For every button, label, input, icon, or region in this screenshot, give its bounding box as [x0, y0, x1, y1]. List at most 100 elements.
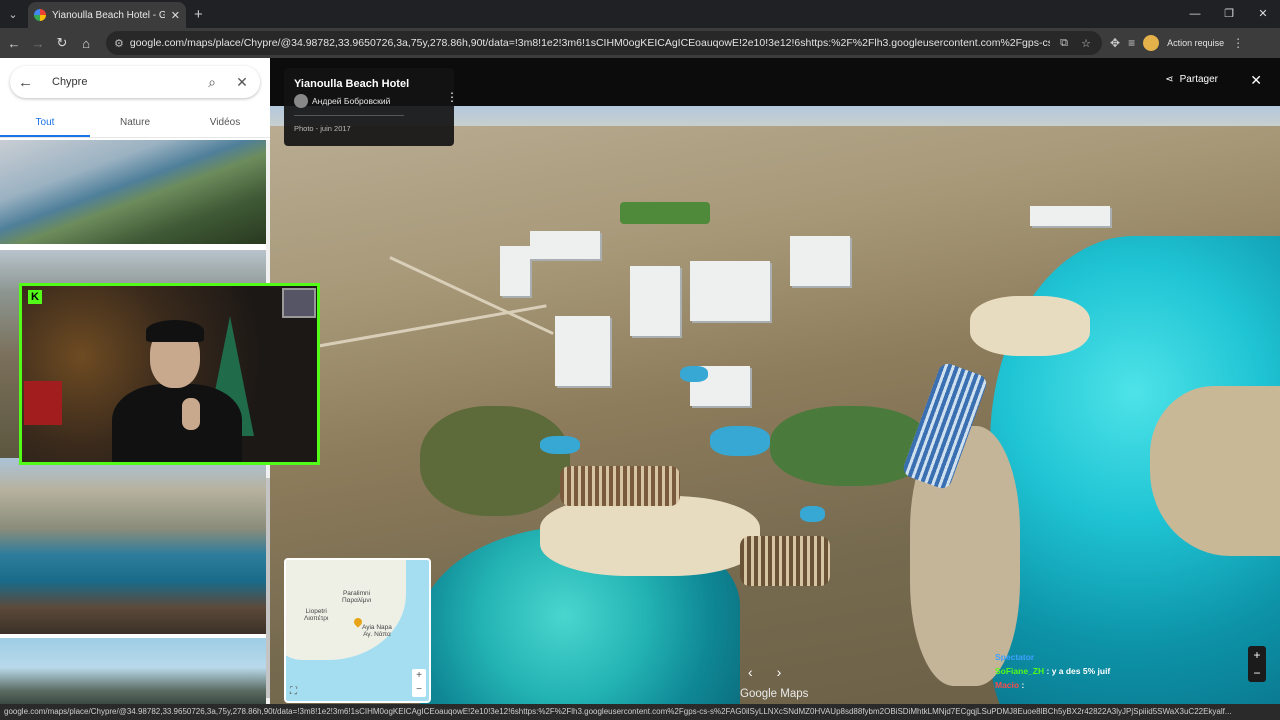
browser-tab[interactable]: Yianoulla Beach Hotel - Google M ✕ — [28, 2, 186, 28]
arrow-left-icon[interactable]: ← — [2, 36, 26, 51]
webcam-person-body — [112, 384, 242, 462]
photo-pool — [800, 506, 825, 522]
photo-umbrellas — [560, 466, 680, 506]
chat-user: Macio — [995, 680, 1020, 690]
back-arrow-icon[interactable]: ← — [18, 74, 38, 91]
google-maps-favicon-icon — [34, 9, 46, 21]
kick-logo-icon: K — [28, 290, 42, 304]
photo-building — [555, 316, 610, 386]
zoom-out-button[interactable]: − — [1248, 664, 1266, 682]
photo-building — [530, 231, 600, 259]
minimap-zoom-controls[interactable]: + − — [412, 669, 426, 697]
photo-date: Photo - juin 2017 — [294, 124, 351, 133]
divider — [294, 115, 404, 116]
address-bar[interactable]: ⚙ google.com/maps/place/Chypre/@34.98782… — [106, 31, 1102, 55]
tab-videos[interactable]: Vidéos — [180, 110, 270, 137]
more-options-icon[interactable]: ⋮ — [446, 90, 458, 104]
photo-thumbnail[interactable] — [0, 638, 266, 704]
minimap-label-liopetri: Liopetri Λιοπέτρι — [304, 608, 329, 622]
tab-title: Yianoulla Beach Hotel - Google M — [52, 9, 165, 21]
search-icon[interactable]: ⌕ — [202, 74, 222, 91]
previous-photo-icon[interactable]: ‹ — [748, 664, 753, 680]
photo-beach — [540, 496, 760, 576]
photo-field — [620, 202, 710, 224]
place-name[interactable]: Yianoulla Beach Hotel — [294, 78, 444, 90]
reload-icon[interactable]: ↻ — [50, 35, 74, 51]
home-icon[interactable]: ⌂ — [74, 36, 98, 51]
tab-nature[interactable]: Nature — [90, 110, 180, 137]
webcam-person-hand — [182, 398, 200, 430]
action-required-label[interactable]: Action requise — [1167, 38, 1224, 48]
more-menu-icon[interactable]: ⋮ — [1232, 36, 1244, 50]
arrow-right-icon[interactable]: → — [26, 36, 50, 51]
chat-message: SoFiane_ZH : y a des 5% juif — [995, 666, 1111, 676]
google-maps-brand: Google Maps — [740, 688, 809, 700]
webcam-gift-decor — [24, 381, 62, 425]
install-app-icon[interactable]: ⧉ — [1056, 37, 1072, 50]
address-url[interactable]: google.com/maps/place/Chypre/@34.98782,3… — [130, 37, 1050, 49]
photo-thumbnail[interactable] — [0, 458, 266, 634]
photo-building — [630, 266, 680, 336]
photo-building — [500, 246, 530, 296]
photo-thumbnail[interactable] — [0, 140, 266, 244]
photo-pool — [540, 436, 580, 454]
photo-greenery — [420, 406, 570, 516]
author-avatar — [294, 94, 308, 108]
new-tab-button[interactable]: + — [194, 6, 203, 23]
photo-beach — [970, 296, 1090, 356]
expand-map-icon[interactable]: ⛶ — [290, 686, 297, 697]
photo-viewer: Yianoulla Beach Hotel Андрей Бобровский … — [270, 58, 1280, 704]
search-box: ← ⌕ ✕ — [10, 66, 260, 98]
tab-search-icon[interactable]: ⌄ — [2, 3, 24, 25]
minimap-zoom-in-button[interactable]: + — [412, 669, 426, 683]
chat-text: y a des 5% juif — [1051, 666, 1111, 676]
link-status-bar: google.com/maps/place/Chypre/@34.98782,3… — [0, 704, 1280, 720]
webcam-person-hat — [146, 320, 204, 342]
next-photo-icon[interactable]: › — [777, 664, 782, 680]
minimap-label-ayia-napa: Ayia Napa Αγ. Νάπα — [362, 624, 392, 638]
viewer-zoom-controls[interactable]: + − — [1248, 646, 1266, 682]
restore-icon[interactable]: ❐ — [1212, 0, 1246, 28]
zoom-in-button[interactable]: + — [1248, 646, 1266, 664]
photo-building — [790, 236, 850, 286]
window-controls: — ❐ ✕ — [1178, 0, 1280, 28]
author-name[interactable]: Андрей Бобровский — [312, 96, 390, 106]
chat-message: Macio : — [995, 680, 1025, 690]
minimize-icon[interactable]: — — [1178, 0, 1212, 28]
media-controls-icon[interactable]: ≡ — [1128, 36, 1135, 50]
share-label: Partager — [1179, 74, 1218, 85]
puzzle-icon[interactable]: ✥ — [1110, 36, 1120, 50]
clear-search-icon[interactable]: ✕ — [232, 74, 252, 91]
chat-message: Spectator — [995, 650, 1235, 664]
browser-toolbar: ← → ↻ ⌂ ⚙ google.com/maps/place/Chypre/@… — [0, 28, 1280, 58]
search-input[interactable] — [52, 76, 182, 88]
photo-building — [1030, 206, 1110, 226]
minimap-land — [286, 560, 406, 660]
stream-chat-overlay: Spectator SoFiane_ZH : y a des 5% juif M… — [995, 650, 1235, 692]
toolbar-right: ✥ ≡ Action requise ⋮ — [1110, 35, 1244, 51]
minimap[interactable]: Paralimni Παραλίμνι Liopetri Λιοπέτρι Ay… — [284, 558, 431, 703]
streamer-webcam-overlay: K — [19, 283, 320, 465]
window-close-icon[interactable]: ✕ — [1246, 0, 1280, 28]
site-info-icon[interactable]: ⚙ — [114, 37, 124, 50]
close-viewer-icon[interactable]: ✕ — [1250, 72, 1262, 89]
photo-navigation: ‹ › — [748, 664, 781, 680]
star-icon[interactable]: ☆ — [1078, 37, 1094, 50]
photo-building — [690, 261, 770, 321]
tab-close-icon[interactable]: ✕ — [171, 9, 180, 22]
minimap-zoom-out-button[interactable]: − — [412, 683, 426, 697]
photo-category-tabs: Tout Nature Vidéos — [0, 110, 270, 138]
share-icon: ⋖ — [1165, 74, 1174, 85]
photo-author[interactable]: Андрей Бобровский — [294, 94, 444, 108]
tab-all[interactable]: Tout — [0, 110, 90, 137]
share-button[interactable]: ⋖ Partager — [1165, 74, 1218, 85]
browser-tab-strip: ⌄ Yianoulla Beach Hotel - Google M ✕ + —… — [0, 0, 1280, 28]
chat-user: Spectator — [995, 652, 1035, 662]
profile-avatar[interactable] — [1143, 35, 1160, 51]
webcam-picture-frame — [282, 288, 316, 318]
minimap-label-paralimni: Paralimni Παραλίμνι — [342, 590, 372, 604]
chat-user: SoFiane_ZH — [995, 666, 1045, 676]
photo-pool — [680, 366, 708, 382]
photo-info-card: Yianoulla Beach Hotel Андрей Бобровский … — [284, 68, 458, 146]
photo-pool — [710, 426, 770, 456]
